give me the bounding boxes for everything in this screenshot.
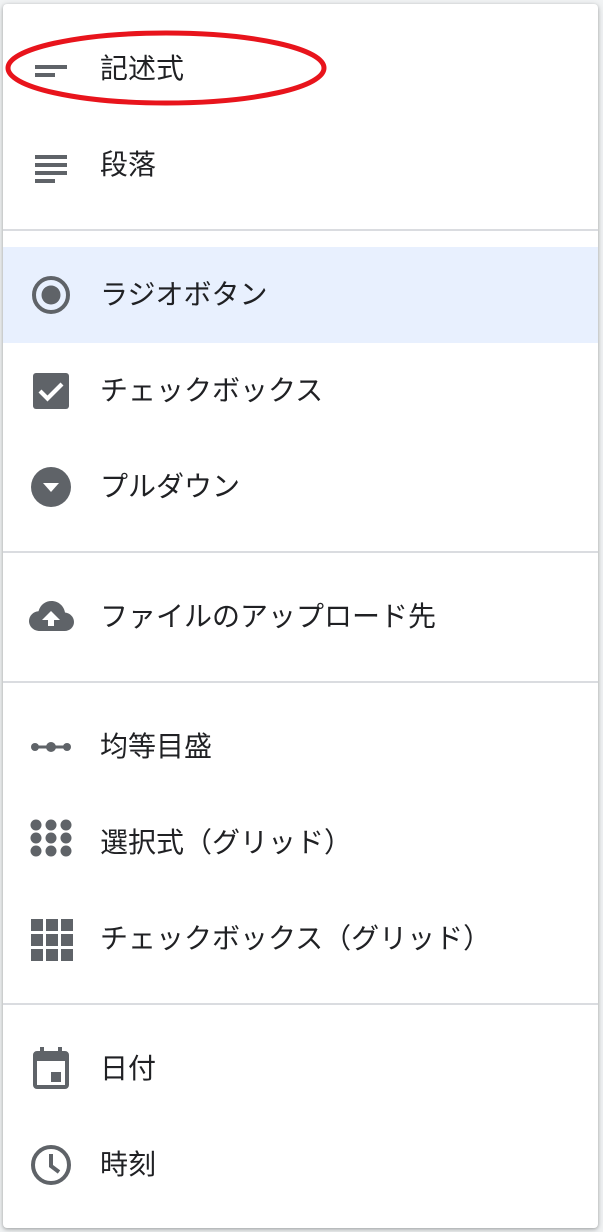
cloud-upload-icon [27, 593, 75, 641]
menu-divider [3, 681, 598, 683]
menu-divider [3, 229, 598, 231]
menu-divider [3, 1003, 598, 1005]
menu-item-label: 時刻 [100, 1148, 157, 1181]
menu-item-label: 均等目盛 [100, 730, 213, 763]
checkbox-icon [27, 367, 75, 415]
paragraph-icon [27, 141, 75, 189]
menu-item-label: 段落 [100, 148, 157, 181]
linear-scale-icon [27, 723, 75, 771]
menu-item-label: 記述式 [100, 52, 185, 85]
menu-divider [3, 551, 598, 553]
menu-item-label: プルダウン [100, 470, 241, 503]
menu-item-label: 日付 [100, 1052, 157, 1085]
menu-item-label: ラジオボタン [100, 278, 268, 311]
menu-item-multiple-choice-grid[interactable]: 選択式（グリッド） [3, 795, 598, 891]
menu-item-radio-button[interactable]: ラジオボタン [3, 247, 598, 343]
radio-button-icon [27, 271, 75, 319]
menu-item-label: チェックボックス [100, 374, 324, 407]
checkbox-grid-icon [27, 915, 75, 963]
multiple-choice-grid-icon [27, 819, 75, 867]
short-answer-icon [27, 45, 75, 93]
calendar-icon [27, 1045, 75, 1093]
menu-item-checkbox[interactable]: チェックボックス [3, 343, 598, 439]
question-type-menu: 記述式 段落 ラジオボタン チェックボックス プルダウン ファイルのアップロード… [3, 4, 598, 1228]
dropdown-icon [27, 463, 75, 511]
menu-item-checkbox-grid[interactable]: チェックボックス（グリッド） [3, 891, 598, 987]
menu-item-label: 選択式（グリッド） [100, 826, 353, 859]
menu-item-paragraph[interactable]: 段落 [3, 117, 598, 213]
menu-item-label: チェックボックス（グリッド） [100, 922, 492, 955]
menu-item-date[interactable]: 日付 [3, 1021, 598, 1117]
menu-item-label: ファイルのアップロード先 [100, 600, 437, 633]
menu-item-file-upload[interactable]: ファイルのアップロード先 [3, 569, 598, 665]
clock-icon [27, 1141, 75, 1189]
menu-item-dropdown[interactable]: プルダウン [3, 439, 598, 535]
menu-item-linear-scale[interactable]: 均等目盛 [3, 699, 598, 795]
menu-item-time[interactable]: 時刻 [3, 1117, 598, 1213]
menu-item-short-answer[interactable]: 記述式 [3, 21, 598, 117]
